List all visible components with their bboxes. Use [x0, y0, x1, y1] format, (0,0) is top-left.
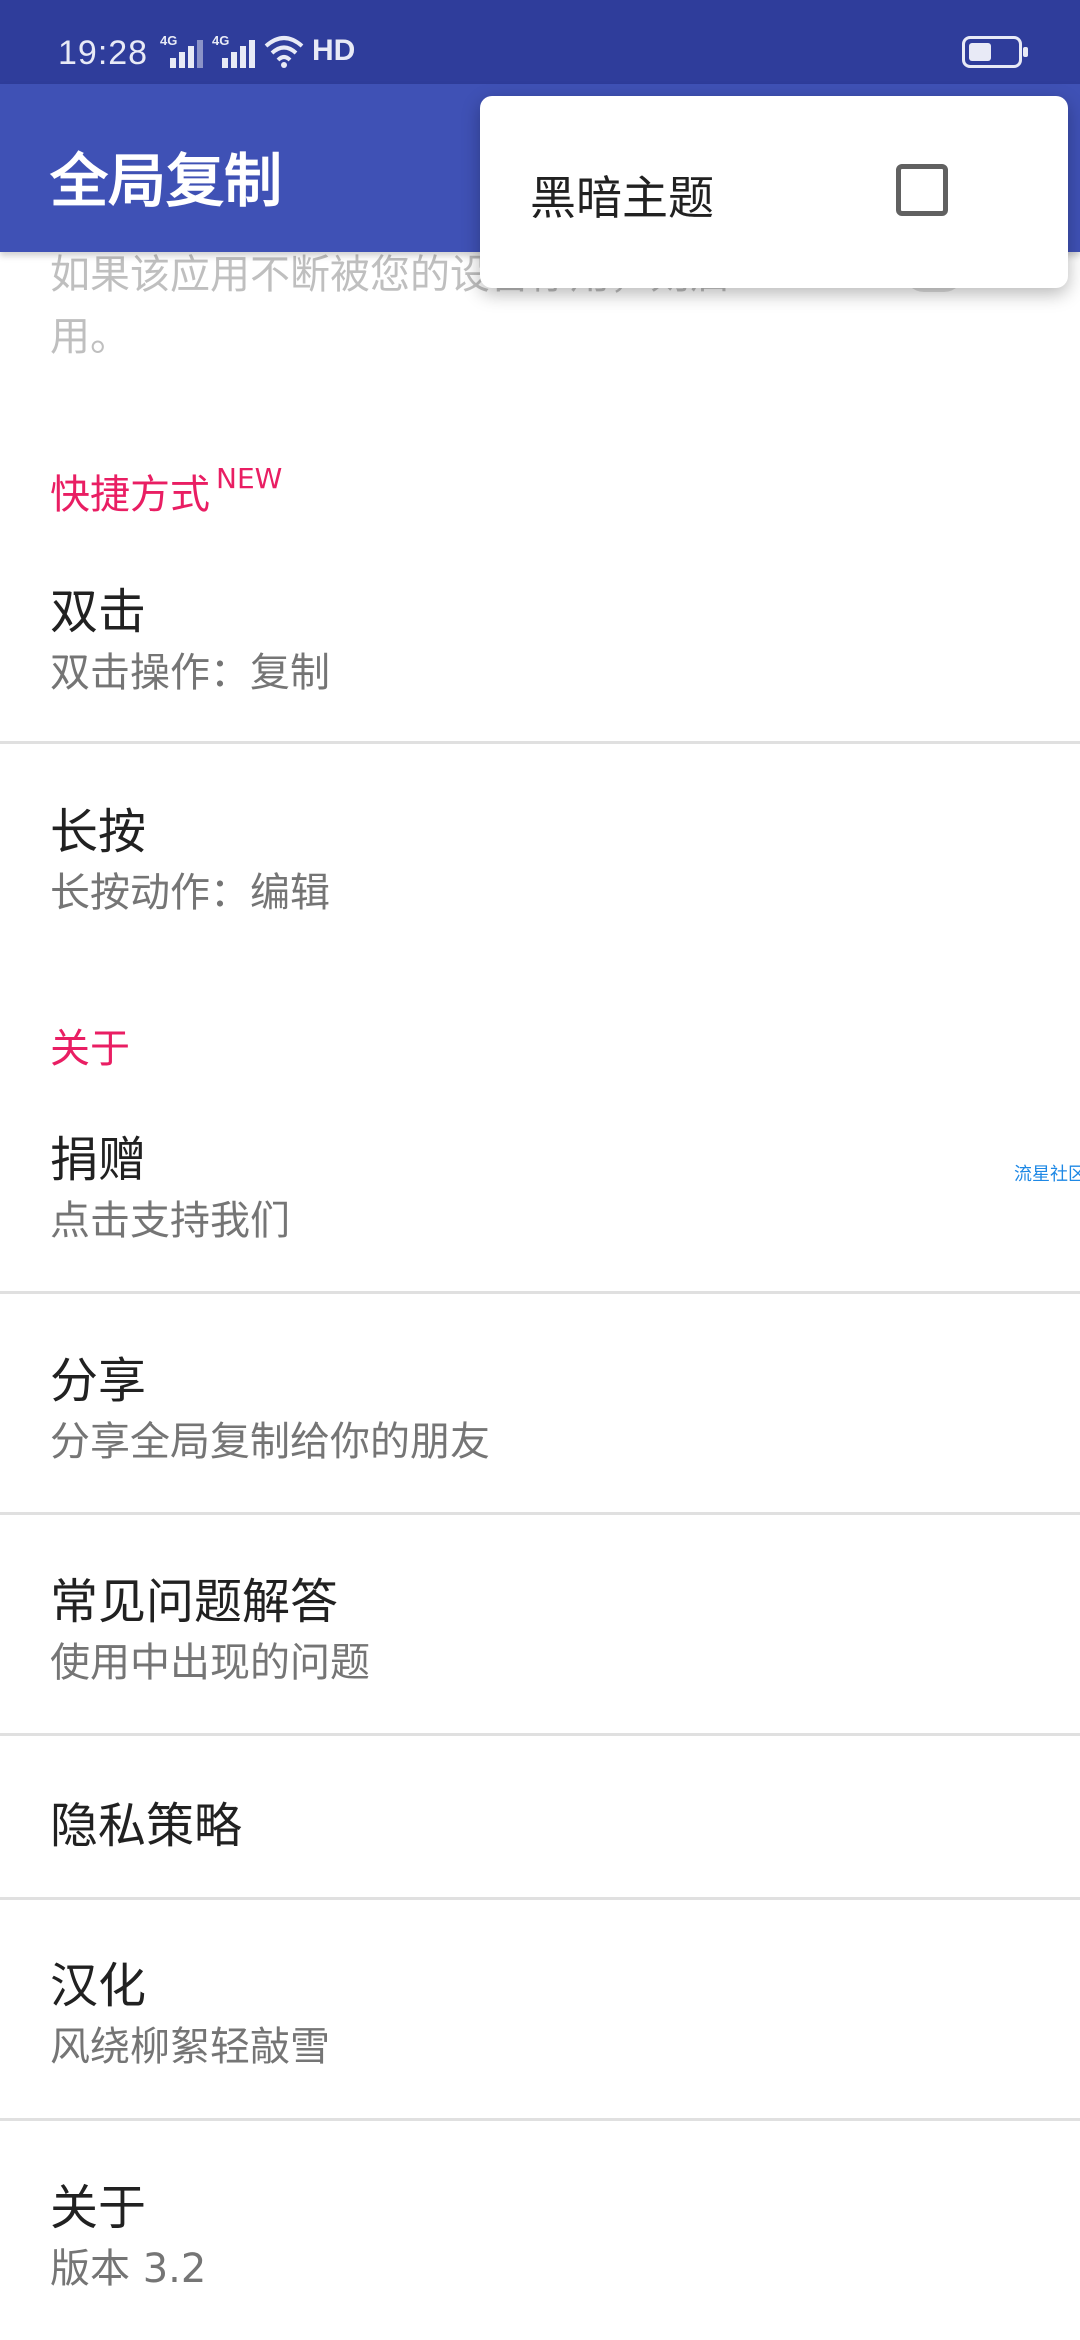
wifi-icon [264, 36, 304, 68]
divider [0, 1291, 1080, 1294]
divider [0, 741, 1080, 744]
divider [0, 1733, 1080, 1736]
section-header-about: 关于 [50, 1016, 130, 1074]
divider [0, 1512, 1080, 1515]
new-badge: NEW [216, 461, 283, 495]
pref-summary: 双击操作：复制 [50, 650, 330, 696]
section-header-shortcuts: 快捷方式 NEW [50, 462, 282, 520]
status-time: 19:28 [58, 34, 149, 72]
pref-long-press[interactable]: 长按 长按动作：编辑 [0, 792, 1080, 962]
status-bar: 19:28 4G 4G HD [0, 0, 1080, 84]
pref-faq[interactable]: 常见问题解答 使用中出现的问题 [0, 1562, 1080, 1732]
pref-summary: 风绕柳絮轻敲雪 [50, 2024, 330, 2070]
pref-summary: 使用中出现的问题 [50, 1640, 370, 1686]
pref-share[interactable]: 分享 分享全局复制给你的朋友 [0, 1341, 1080, 1511]
hd-indicator: HD [312, 34, 356, 67]
pref-privacy-policy[interactable]: 隐私策略 [0, 1786, 1080, 1896]
pref-summary: 长按动作：编辑 [50, 870, 330, 916]
pref-title: 常见问题解答 [50, 1574, 339, 1630]
cell-signal-icon: 4G [160, 34, 204, 68]
dark-theme-checkbox[interactable] [896, 164, 948, 216]
pref-donate[interactable]: 捐赠 点击支持我们 [0, 1120, 1080, 1290]
app-title: 全局复制 [50, 147, 283, 215]
section-header-about-label: 关于 [50, 1026, 130, 1072]
cell-signal-icon: 4G [212, 34, 256, 68]
pref-summary: 版本 3.2 [50, 2246, 207, 2292]
pref-summary: 分享全局复制给你的朋友 [50, 1419, 490, 1465]
watermark: 流星社区 [1014, 1164, 1080, 1185]
battery-icon [962, 36, 1028, 68]
pref-double-tap[interactable]: 双击 双击操作：复制 [0, 572, 1080, 742]
pref-title: 分享 [50, 1353, 147, 1409]
pref-title: 汉化 [50, 1958, 147, 2014]
pref-title: 双击 [50, 584, 147, 640]
pref-title: 隐私策略 [50, 1798, 243, 1854]
pref-title: 长按 [50, 804, 147, 860]
pref-title: 捐赠 [50, 1132, 147, 1188]
divider [0, 2118, 1080, 2121]
pref-localization[interactable]: 汉化 风绕柳絮轻敲雪 [0, 1946, 1080, 2116]
status-icons: 4G 4G HD [160, 34, 355, 68]
section-header-shortcuts-label: 快捷方式 [50, 472, 210, 518]
pref-title: 关于 [50, 2180, 147, 2236]
pref-about[interactable]: 关于 版本 3.2 [0, 2168, 1080, 2338]
divider [0, 1897, 1080, 1900]
overflow-menu: 黑暗主题 [480, 96, 1068, 288]
dark-theme-menu-item[interactable]: 黑暗主题 [530, 162, 714, 228]
pref-summary: 点击支持我们 [50, 1198, 290, 1244]
